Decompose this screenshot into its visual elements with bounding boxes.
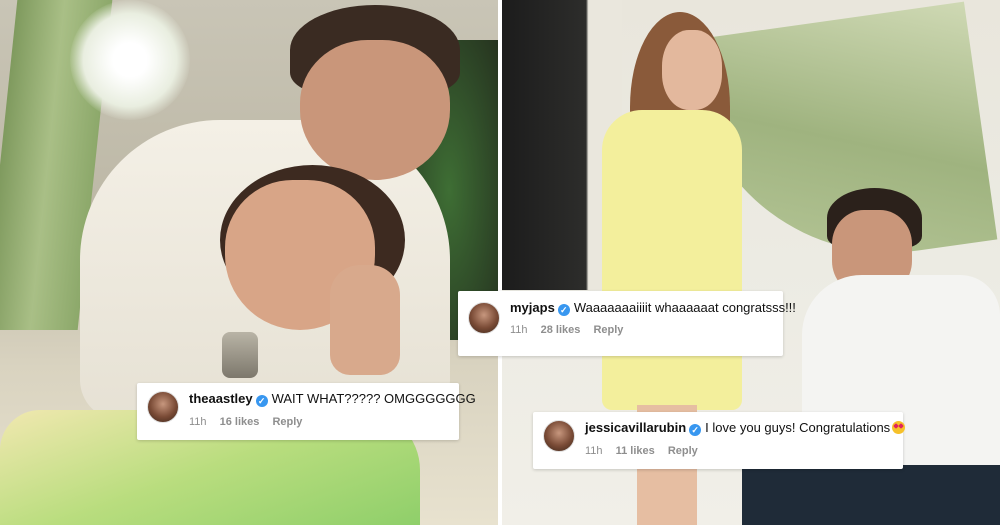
avatar[interactable]: [543, 420, 575, 452]
man-face: [300, 40, 450, 180]
watch: [222, 332, 258, 378]
white-flowers: [70, 0, 190, 120]
comment-text: I love you guys! Congratulations: [705, 420, 891, 435]
comment-time: 11h: [510, 324, 528, 336]
reply-button[interactable]: Reply: [272, 416, 302, 428]
avatar[interactable]: [468, 302, 500, 334]
woman-face-standing: [662, 30, 722, 110]
verified-badge-icon: ✓: [557, 304, 570, 316]
comment-username[interactable]: myjaps: [510, 300, 555, 315]
woman-hand-with-ring: [330, 265, 400, 375]
avatar[interactable]: [147, 391, 179, 423]
comment-text: WAIT WHAT????? OMGGGGGGG: [271, 391, 476, 406]
comment-card-jessicavillarubin: jessicavillarubin ✓ I love you guys! Congr…: [533, 412, 906, 469]
verified-badge-icon: ✓: [689, 424, 702, 436]
reply-button[interactable]: Reply: [668, 445, 698, 457]
comment-likes[interactable]: 28 likes: [541, 324, 581, 336]
comment-time: 11h: [189, 416, 207, 428]
comment-username[interactable]: jessicavillarubin: [585, 420, 686, 435]
verified-badge-icon: ✓: [255, 395, 268, 407]
yellow-dress: [602, 110, 742, 410]
comment-card-myjaps: myjaps ✓ Waaaaaaaiiiit whaaaaaat congratss…: [458, 291, 796, 356]
comment-time: 11h: [585, 445, 603, 457]
comment-likes[interactable]: 11 likes: [616, 445, 655, 457]
comment-text: Waaaaaaaiiiit whaaaaaat congratsss!!!: [573, 300, 796, 315]
photo-couple-hugging: [0, 0, 498, 525]
comment-likes[interactable]: 16 likes: [220, 416, 260, 428]
comment-username[interactable]: theaastley: [189, 391, 253, 406]
man-pants: [742, 465, 1000, 525]
heart-eyes-emoji-icon: [892, 421, 906, 434]
reply-button[interactable]: Reply: [593, 324, 623, 336]
comment-card-theaastley: theaastley ✓ WAIT WHAT????? OMGGGGGGG 11h …: [137, 383, 476, 440]
